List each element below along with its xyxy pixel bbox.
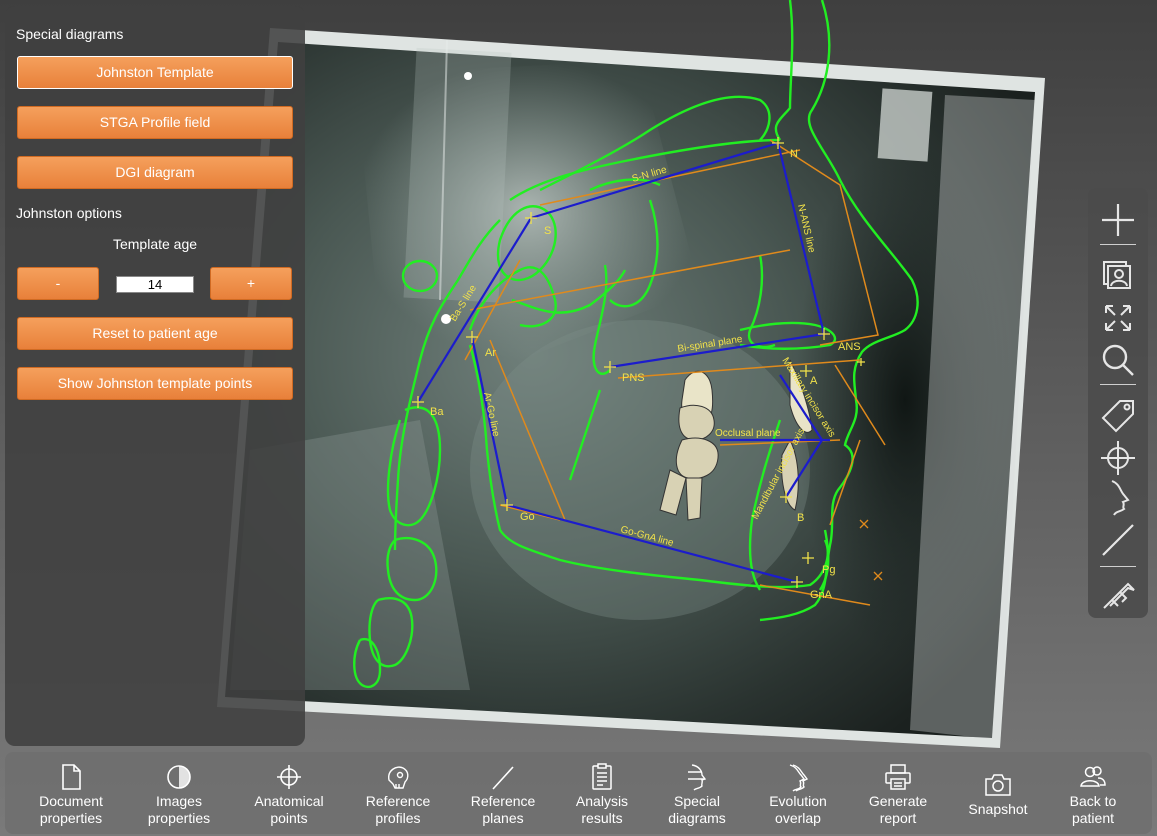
clipboard-icon (592, 763, 612, 790)
caliper-icon[interactable] (1098, 574, 1138, 614)
bottom-bar-label: Evolution overlap (769, 793, 827, 826)
johnston-options-heading: Johnston options (16, 205, 122, 221)
point-label-n: N (790, 148, 798, 160)
crosshair-icon[interactable] (1098, 438, 1138, 478)
images-icon[interactable] (1098, 256, 1138, 296)
bottom-bar-label: Special diagrams (668, 793, 726, 826)
line-icon (492, 766, 514, 790)
age-decrement-button[interactable]: - (17, 267, 99, 300)
add-point-icon[interactable] (1098, 200, 1138, 240)
bottom-bar-label: Reference planes (470, 793, 536, 826)
images-properties-button[interactable]: Images properties (131, 762, 227, 830)
evolution-overlap-button[interactable]: Evolution overlap (750, 762, 846, 830)
users-icon (1080, 766, 1106, 787)
toolbar-divider (1100, 384, 1136, 385)
analysis-results-button[interactable]: Analysis results (554, 762, 650, 830)
toolbar-divider (1100, 244, 1136, 245)
bottom-bar-label: Images properties (147, 793, 211, 826)
line-tool-icon[interactable] (1098, 520, 1138, 560)
crosshair-icon (277, 765, 301, 789)
point-label-pg: Pg (822, 564, 835, 576)
point-label-pns: PNS (622, 372, 645, 384)
bottom-navigation-bar: Document properties Images properties An… (5, 752, 1152, 834)
johnston-template-button[interactable]: Johnston Template (17, 56, 293, 89)
back-to-patient-button[interactable]: Back to patient (1045, 762, 1141, 830)
point-label-s: S (544, 225, 551, 237)
label-tag-icon[interactable] (1098, 396, 1138, 436)
template-age-label: Template age (112, 236, 198, 252)
bottom-bar-label: Back to patient (1069, 793, 1117, 826)
point-label-gna: GnA (810, 589, 833, 601)
point-label-a: A (810, 375, 818, 387)
reference-planes-button[interactable]: Reference planes (455, 762, 551, 830)
printer-icon (885, 764, 911, 790)
point-label-ar: Ar (485, 347, 496, 359)
toolbar-divider (1100, 566, 1136, 567)
line-label-occlusal: Occlusal plane (715, 428, 781, 439)
document-properties-button[interactable]: Document properties (23, 762, 119, 830)
reference-profiles-button[interactable]: Reference profiles (350, 762, 446, 830)
bottom-bar-label: Snapshot (968, 801, 1028, 817)
face-diagram-icon (688, 764, 707, 791)
bottom-bar-label: Anatomical points (254, 793, 324, 826)
anatomical-points-button[interactable]: Anatomical points (241, 762, 337, 830)
document-icon (62, 764, 81, 790)
fit-to-screen-icon[interactable] (1098, 298, 1138, 338)
contrast-icon (167, 765, 191, 789)
bottom-bar-label: Generate report (868, 793, 928, 826)
stga-profile-field-button[interactable]: STGA Profile field (17, 106, 293, 139)
age-increment-button[interactable]: + (210, 267, 292, 300)
skull-icon (388, 766, 409, 789)
profile-icon[interactable] (1098, 478, 1138, 518)
special-diagrams-panel: Special diagrams Johnston Template STGA … (5, 6, 305, 746)
bottom-bar-label: Analysis results (575, 793, 629, 826)
zoom-icon[interactable] (1098, 340, 1138, 380)
show-johnston-points-button[interactable]: Show Johnston template points (17, 367, 293, 400)
point-label-ba: Ba (430, 406, 444, 418)
bottom-bar-label: Reference profiles (365, 793, 431, 826)
generate-report-button[interactable]: Generate report (850, 762, 946, 830)
reset-to-patient-age-button[interactable]: Reset to patient age (17, 317, 293, 350)
snapshot-button[interactable]: Snapshot (950, 762, 1046, 830)
template-age-input[interactable] (116, 276, 194, 293)
dgi-diagram-button[interactable]: DGI diagram (17, 156, 293, 189)
right-toolbar (1088, 188, 1148, 618)
special-diagrams-button[interactable]: Special diagrams (649, 762, 745, 830)
camera-icon (985, 774, 1011, 796)
point-label-go: Go (520, 511, 535, 523)
special-diagrams-heading: Special diagrams (16, 26, 124, 42)
bottom-bar-label: Document properties (39, 793, 103, 826)
profile-overlap-icon (789, 764, 809, 792)
point-label-ans: ANS (838, 341, 861, 353)
xray-film (217, 28, 1045, 748)
point-label-b: B (797, 512, 804, 524)
